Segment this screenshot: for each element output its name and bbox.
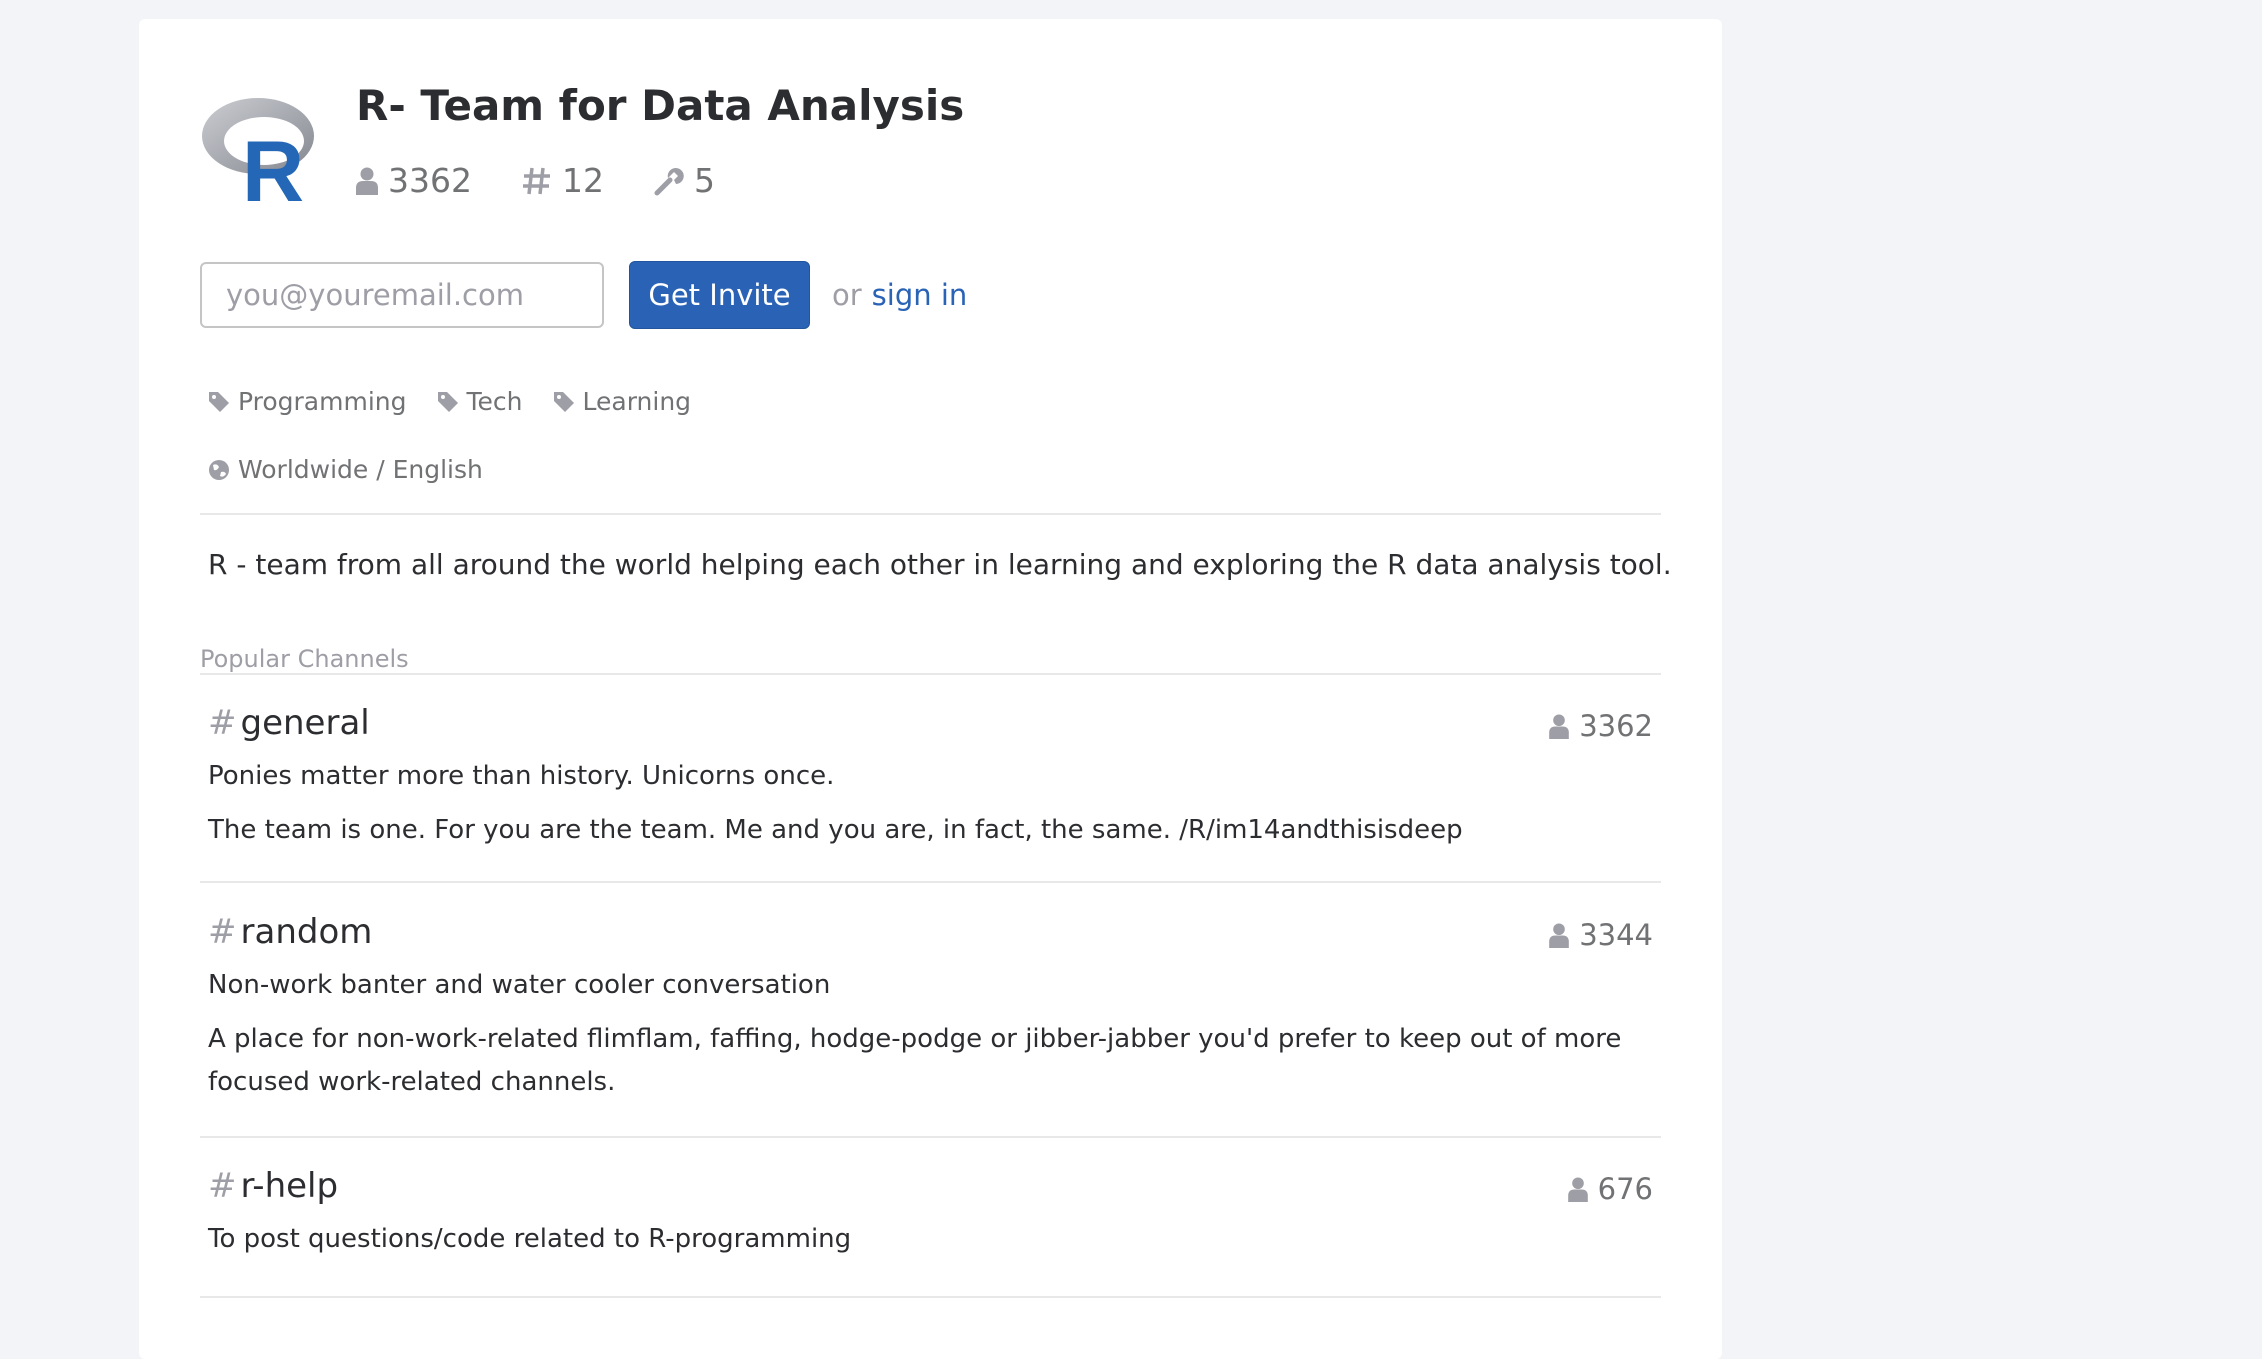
sign-in-link[interactable]: sign in <box>872 278 968 312</box>
tag-learning[interactable]: Learning <box>553 387 692 416</box>
team-title: R- Team for Data Analysis <box>356 81 965 130</box>
channels-count: 12 <box>561 161 604 200</box>
channel-member-count: 3344 <box>1549 918 1653 952</box>
invite-form: Get Invite or sign in <box>200 261 967 329</box>
email-input[interactable] <box>200 262 604 328</box>
wrench-icon <box>654 167 684 195</box>
integrations-stat: 5 <box>654 161 715 200</box>
hash-icon <box>522 167 550 194</box>
locale: Worldwide / English <box>208 455 483 484</box>
tag-tech[interactable]: Tech <box>437 387 523 416</box>
globe-icon <box>209 459 229 480</box>
user-icon <box>356 167 378 195</box>
channel-name: # general <box>208 703 370 743</box>
channel-topic: The team is one. For you are the team. M… <box>208 815 1463 845</box>
channel-topic: A place for non-work-related flimflam, f… <box>208 1024 1622 1097</box>
tag-icon <box>553 391 574 412</box>
tag-label: Learning <box>582 387 692 416</box>
divider <box>200 881 1661 883</box>
team-card: R R- Team for Data Analysis 3362 12 5 yo… <box>139 19 1722 1359</box>
divider <box>200 1136 1661 1138</box>
or-text: or <box>832 278 862 312</box>
tag-label: Tech <box>466 387 523 416</box>
get-invite-button[interactable]: Get Invite <box>629 261 810 329</box>
channels-stat: 12 <box>522 161 604 200</box>
tag-icon <box>209 391 229 412</box>
channel-purpose: Non-work banter and water cooler convers… <box>208 970 831 1000</box>
tag-icon <box>437 391 458 412</box>
user-icon <box>1549 922 1570 948</box>
tags-list: Programming Tech Learning <box>208 387 721 416</box>
tag-label: Programming <box>238 387 407 416</box>
divider <box>200 513 1661 515</box>
channel-member-count: 676 <box>1567 1172 1653 1206</box>
integrations-count: 5 <box>693 161 715 200</box>
user-icon <box>1567 1176 1588 1202</box>
channel-name: # random <box>208 912 373 952</box>
team-description: R - team from all around the world helpi… <box>208 548 1672 581</box>
channel-name: # r-help <box>208 1166 339 1206</box>
r-logo: R <box>202 98 314 207</box>
members-count: 3362 <box>388 161 472 200</box>
tag-programming[interactable]: Programming <box>208 387 407 416</box>
team-stats: 3362 12 5 <box>356 161 765 200</box>
divider <box>200 673 1661 675</box>
members-stat: 3362 <box>356 161 472 200</box>
divider <box>200 1296 1661 1298</box>
user-icon <box>1549 713 1570 739</box>
channel-member-count: 3362 <box>1549 709 1653 743</box>
r-logo-letter: R <box>242 124 304 207</box>
popular-channels-label: Popular Channels <box>200 645 409 673</box>
channel-purpose: Ponies matter more than history. Unicorn… <box>208 761 835 791</box>
channel-purpose: To post questions/code related to R-prog… <box>208 1224 852 1254</box>
locale-text: Worldwide / English <box>238 455 483 484</box>
